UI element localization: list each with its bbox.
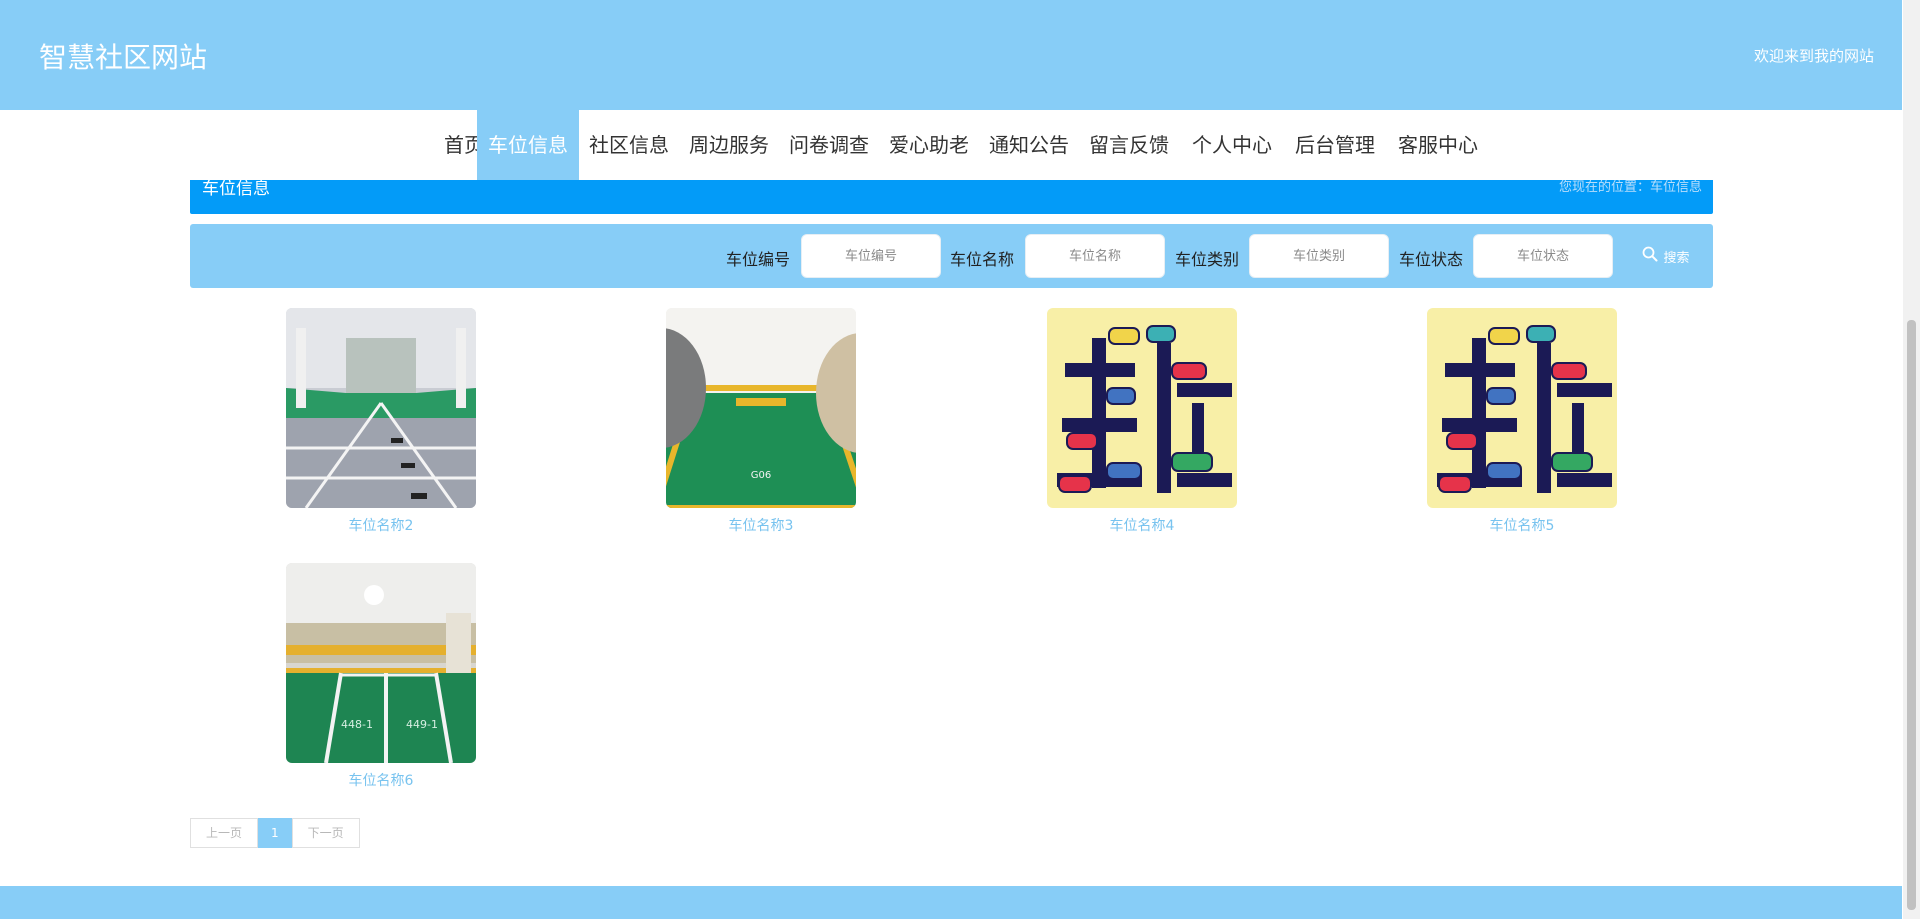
nav-item-community[interactable]: 社区信息 <box>579 110 679 180</box>
next-page-button[interactable]: 下一页 <box>291 818 360 848</box>
parking-card[interactable]: 车位名称2 <box>286 308 476 535</box>
search-bar: 车位编号 车位名称 车位类别 车位状态 搜索 <box>190 224 1713 288</box>
nav-item-parking[interactable]: 车位信息 <box>477 110 579 180</box>
svg-text:449-1: 449-1 <box>406 718 438 731</box>
scrollbar-thumb[interactable] <box>1907 320 1916 910</box>
parking-space-image[interactable]: G06 <box>666 308 856 508</box>
nav-item-survey[interactable]: 问卷调查 <box>779 110 879 180</box>
parking-card-name[interactable]: 车位名称3 <box>666 515 856 535</box>
parking-number-input[interactable] <box>801 234 941 278</box>
search-icon <box>1642 246 1658 266</box>
search-button-label: 搜索 <box>1663 250 1690 266</box>
welcome-text: 欢迎来到我的网站 <box>1753 47 1874 65</box>
svg-text:448-1: 448-1 <box>341 718 373 731</box>
main-nav: 首页 车位信息 社区信息 周边服务 问卷调查 爱心助老 通知公告 留言反馈 个人… <box>0 110 1902 180</box>
parking-category-input[interactable] <box>1249 234 1389 278</box>
nav-item-feedback[interactable]: 留言反馈 <box>1079 110 1179 180</box>
parking-lot-image[interactable]: 448-1 449-1 <box>286 563 476 763</box>
search-label-status: 车位状态 <box>1399 250 1464 269</box>
pagination: 上一页 1 下一页 <box>190 818 360 848</box>
search-label-name: 车位名称 <box>950 250 1015 269</box>
parking-name-input[interactable] <box>1025 234 1165 278</box>
nav-item-notices[interactable]: 通知公告 <box>979 110 1079 180</box>
site-footer <box>0 886 1902 919</box>
svg-text:G06: G06 <box>751 470 771 481</box>
search-button[interactable]: 搜索 <box>1628 240 1704 272</box>
nav-item-nearby-services[interactable]: 周边服务 <box>679 110 779 180</box>
site-header: 智慧社区网站 欢迎来到我的网站 <box>0 0 1902 110</box>
search-label-category: 车位类别 <box>1175 250 1240 269</box>
parking-card[interactable]: 车位名称5 <box>1427 308 1617 535</box>
scrollbar[interactable] <box>1903 0 1920 919</box>
nav-item-admin[interactable]: 后台管理 <box>1285 110 1385 180</box>
parking-card-name[interactable]: 车位名称4 <box>1047 515 1237 535</box>
prev-page-button[interactable]: 上一页 <box>190 818 259 848</box>
parking-card-name[interactable]: 车位名称6 <box>286 770 476 790</box>
site-title[interactable]: 智慧社区网站 <box>39 36 207 76</box>
parking-card[interactable]: 448-1 449-1 车位名称6 <box>286 563 476 790</box>
parking-illustration-image[interactable] <box>1047 308 1237 508</box>
nav-item-customer-service[interactable]: 客服中心 <box>1388 110 1488 180</box>
parking-status-input[interactable] <box>1473 234 1613 278</box>
parking-card-name[interactable]: 车位名称5 <box>1427 515 1617 535</box>
parking-card-name[interactable]: 车位名称2 <box>286 515 476 535</box>
parking-garage-image[interactable] <box>286 308 476 508</box>
parking-card[interactable]: 车位名称4 <box>1047 308 1237 535</box>
nav-item-elderly-care[interactable]: 爱心助老 <box>879 110 979 180</box>
nav-item-personal-center[interactable]: 个人中心 <box>1182 110 1282 180</box>
parking-card[interactable]: G06 车位名称3 <box>666 308 856 535</box>
page-number-button[interactable]: 1 <box>258 818 292 848</box>
search-label-number: 车位编号 <box>726 250 791 269</box>
parking-illustration-image[interactable] <box>1427 308 1617 508</box>
